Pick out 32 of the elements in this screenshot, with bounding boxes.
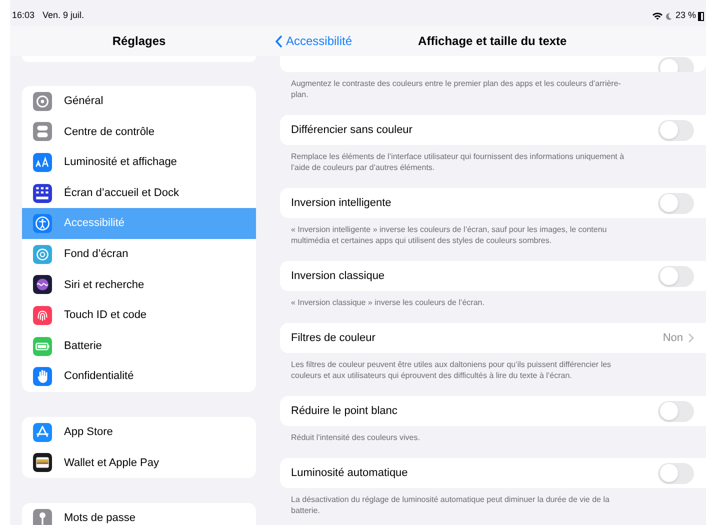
- sidebar-item[interactable]: Général: [22, 86, 256, 117]
- settings-row[interactable]: Inversion classique: [280, 261, 706, 291]
- settings-row[interactable]: Réduire le point blanc: [280, 396, 706, 426]
- row-footer: « Inversion intelligente » inverse les couleurs de l’écran, sauf pour les images, le contenu multimédia et certaines apps qui utilisent des styles de couleurs sombres.: [280, 224, 706, 246]
- sidebar-item[interactable]: Luminosité et affichage: [22, 147, 256, 178]
- row-footer: « Inversion classique » inverse les couleurs de l’écran.: [280, 297, 706, 308]
- page-title: Affichage et taille du texte: [418, 33, 567, 50]
- settings-row[interactable]: Filtres de couleur Non: [280, 323, 706, 353]
- settings-row[interactable]: Différencier sans couleur: [280, 115, 706, 145]
- row-footer: Augmentez le contraste des couleurs entre le premier plan des apps et les couleurs d’arrière-plan.: [280, 78, 706, 100]
- sidebar-item[interactable]: Confidentialité: [22, 361, 256, 392]
- sidebar-item[interactable]: Batterie: [22, 330, 256, 362]
- sidebar-item[interactable]: Centre de contrôle: [22, 116, 256, 148]
- status-time: 16:03: [12, 9, 35, 22]
- sidebar-item[interactable]: Siri et recherche: [22, 270, 256, 300]
- sidebar-item[interactable]: Fond d’écran: [22, 238, 256, 270]
- sidebar-item[interactable]: App Store: [22, 416, 256, 448]
- row-footer: Les filtres de couleur peuvent être utiles aux daltoniens pour qu’ils puissent différencier les couleurs et aux utilisateurs qui éprouvent des difficultés à lire du texte à l’écran.: [280, 359, 706, 381]
- back-button[interactable]: Accessibilité: [275, 32, 352, 50]
- battery-percentage: 23 %: [675, 9, 696, 22]
- settings-row[interactable]: Inversion intelligente: [280, 188, 706, 218]
- sidebar-item[interactable]: Mots de passe: [22, 503, 256, 525]
- row-footer: La désactivation du réglage de luminosité automatique peut diminuer la durée de vie de la batterie.: [280, 494, 706, 516]
- sidebar-item[interactable]: Écran d’accueil et Dock: [22, 178, 256, 208]
- sidebar-item[interactable]: Wallet et Apple Pay: [22, 448, 256, 478]
- row-value: Non: [662, 330, 683, 346]
- sidebar-title: Réglages: [10, 26, 268, 56]
- row-footer: Réduit l’intensité des couleurs vives.: [280, 432, 706, 443]
- sidebar-item[interactable]: Touch ID et code: [22, 300, 256, 331]
- status-date: Ven. 9 juil.: [42, 9, 84, 22]
- settings-row[interactable]: Luminosité automatique: [280, 458, 706, 488]
- row-footer: Remplace les éléments de l’interface utilisateur qui fournissent des informations uniquement à l’aide de couleurs par d’autres éléments.: [280, 151, 706, 173]
